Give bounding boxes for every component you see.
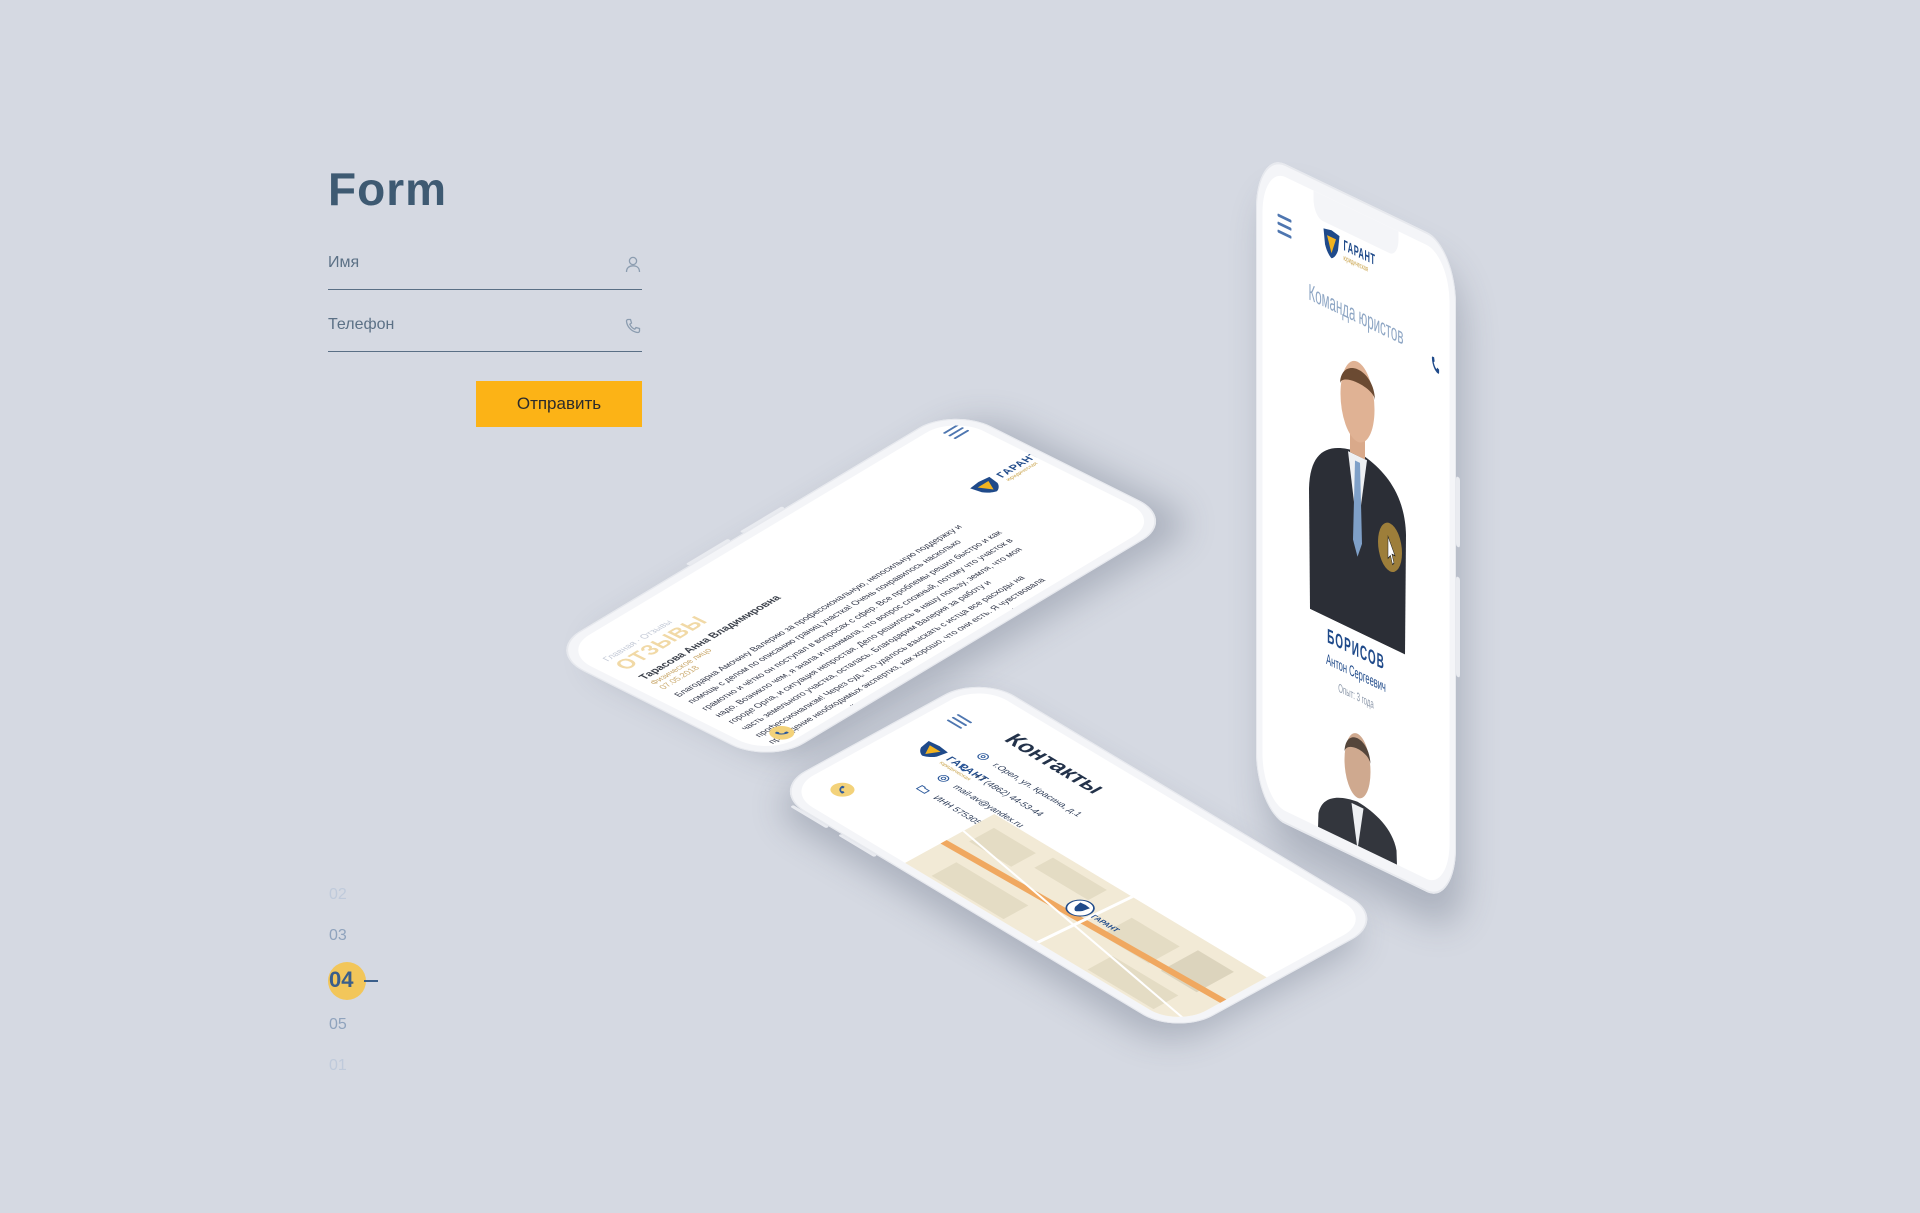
form-title: Form xyxy=(328,163,447,215)
team-phone: ГАРАНТ юридическая Команда юристов БОРИС… xyxy=(1256,150,1460,906)
lawyer-photo-2[interactable] xyxy=(1313,710,1403,883)
name-field-wrapper xyxy=(328,239,642,290)
shield-logo-icon xyxy=(970,476,999,493)
call-icon xyxy=(839,785,845,794)
folder-icon xyxy=(915,785,931,794)
reviews-phone: ГАРАНТ юридическая Главная · Отзывы ОТЗЫ… xyxy=(545,407,1178,765)
pager-active-line xyxy=(364,980,378,982)
call-button[interactable] xyxy=(825,779,860,800)
submit-button[interactable]: Отправить xyxy=(476,381,642,427)
reviews-screen: ГАРАНТ юридическая Главная · Отзывы ОТЗЫ… xyxy=(561,416,1162,756)
phone-field-wrapper xyxy=(328,301,642,352)
name-input[interactable] xyxy=(328,239,598,287)
location-icon xyxy=(977,753,989,760)
phone-input[interactable] xyxy=(328,301,598,349)
email-icon xyxy=(937,775,950,782)
menu-icon[interactable] xyxy=(943,713,973,731)
team-screen: ГАРАНТ юридическая Команда юристов БОРИС… xyxy=(1262,166,1450,890)
phone-icon xyxy=(625,318,641,334)
brand-logo: ГАРАНТ юридическая xyxy=(967,450,1050,498)
pager-item-01[interactable]: 01 xyxy=(329,1057,347,1075)
pager-item-02[interactable]: 02 xyxy=(329,886,347,904)
shield-logo-icon xyxy=(1323,228,1340,259)
contact-phone-text[interactable]: +7 (4862) 44-53-44 xyxy=(971,772,1047,817)
user-icon xyxy=(625,256,641,273)
pager-item-03[interactable]: 03 xyxy=(329,927,347,945)
pager-item-04[interactable]: 04 xyxy=(329,967,353,993)
lawyer-photo[interactable] xyxy=(1300,324,1415,659)
call-icon xyxy=(775,731,789,735)
menu-icon[interactable] xyxy=(1277,213,1292,244)
pager-item-05[interactable]: 05 xyxy=(329,1016,347,1034)
menu-icon[interactable] xyxy=(942,424,973,441)
